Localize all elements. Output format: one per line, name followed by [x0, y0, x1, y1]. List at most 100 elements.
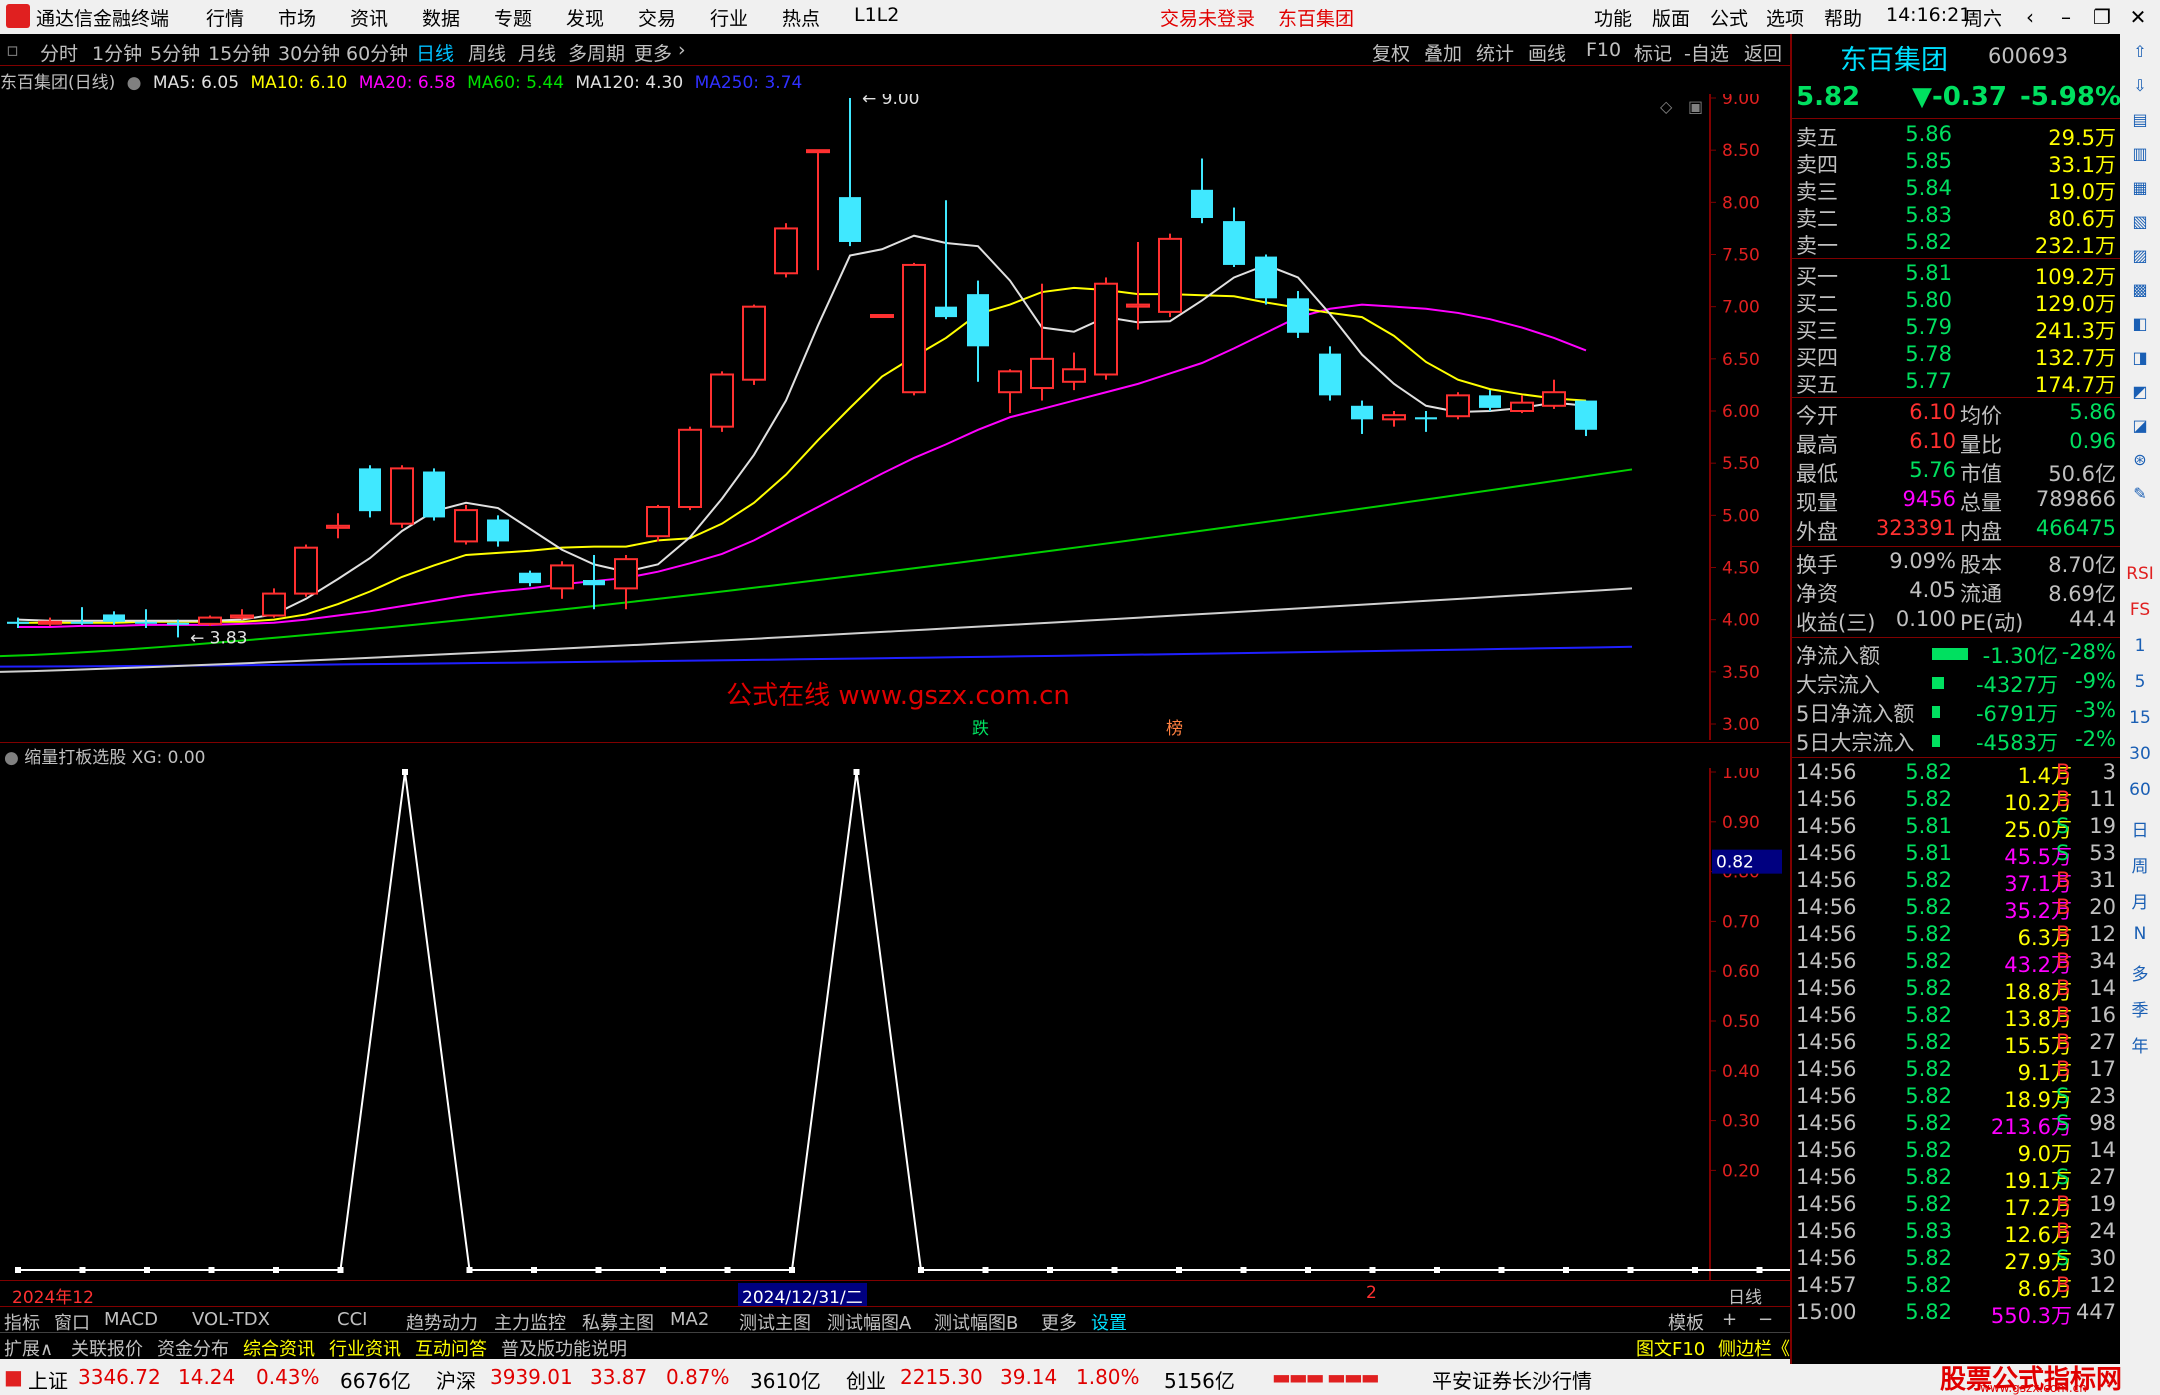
menu-hangye[interactable]: 行业: [710, 4, 748, 31]
sidebar-period-10[interactable]: N: [2126, 924, 2154, 948]
period-daily[interactable]: 日线: [416, 39, 454, 66]
broker-label[interactable]: 平安证券长沙行情: [1432, 1365, 1592, 1394]
sidebar-toggle[interactable]: 侧边栏《: [1718, 1335, 1790, 1361]
toggle-panel-icon[interactable]: ▫: [6, 39, 19, 61]
tool-biaoji[interactable]: 标记: [1634, 39, 1672, 66]
minimize-icon[interactable]: –: [2046, 2, 2086, 32]
period-1min[interactable]: 1分钟: [92, 39, 142, 66]
sidebar-period-7[interactable]: 日: [2126, 816, 2154, 841]
sidebar-period-12[interactable]: 季: [2126, 996, 2154, 1021]
clock-icon[interactable]: ◪: [2126, 416, 2154, 440]
tool-huaxian[interactable]: 画线: [1528, 39, 1566, 66]
chevron-right-icon[interactable]: ›: [678, 39, 686, 61]
period-5min[interactable]: 5分钟: [150, 39, 200, 66]
sidebar-period-5[interactable]: 30: [2126, 744, 2154, 768]
close-icon[interactable]: ✕: [2118, 2, 2158, 32]
sidebar-period-9[interactable]: 月: [2126, 888, 2154, 913]
sidebar-period-11[interactable]: 多: [2126, 960, 2154, 985]
remove-indicator-button[interactable]: −: [1758, 1309, 1773, 1330]
coin-icon[interactable]: ◧: [2126, 314, 2154, 338]
stat-value: 6.10: [1909, 400, 1956, 424]
info-tab-2[interactable]: 资金分布: [157, 1335, 229, 1361]
menu-zixun[interactable]: 资讯: [350, 4, 388, 31]
tick-count: 16: [2089, 1003, 2116, 1027]
sidebar-period-6[interactable]: 60: [2126, 780, 2154, 804]
menu-banmian[interactable]: 版面: [1652, 4, 1690, 31]
stat-value: 5.86: [2069, 400, 2116, 424]
menu-redian[interactable]: 热点: [782, 4, 820, 31]
menu-hangqing[interactable]: 行情: [206, 4, 244, 31]
info-tab-6[interactable]: 普及版功能说明: [501, 1335, 627, 1361]
period-multi[interactable]: 多周期: [568, 39, 625, 66]
tool-f10[interactable]: F10: [1586, 39, 1621, 61]
arrow-up-icon[interactable]: ⇧: [2126, 42, 2154, 66]
fund-icon[interactable]: ▩: [2126, 280, 2154, 304]
signal-point: [789, 1267, 795, 1273]
menu-gongneng[interactable]: 功能: [1594, 4, 1632, 31]
menu-shuju[interactable]: 数据: [422, 4, 460, 31]
indicator-chart[interactable]: 1.000.900.800.700.600.500.400.300.200.82: [0, 768, 1790, 1280]
kline-icon[interactable]: ▧: [2126, 212, 2154, 236]
info-tab-3[interactable]: 综合资讯: [243, 1335, 315, 1361]
list-icon[interactable]: ▥: [2126, 144, 2154, 168]
menu-xuanxiang[interactable]: 选项: [1766, 4, 1804, 31]
flow-icon[interactable]: ◩: [2126, 382, 2154, 406]
tool-tongji[interactable]: 统计: [1476, 39, 1514, 66]
back-icon[interactable]: ‹: [2010, 2, 2050, 32]
period-fenshi[interactable]: 分时: [40, 39, 78, 66]
tool-fuquan[interactable]: 复权: [1372, 39, 1410, 66]
sidebar-period-8[interactable]: 周: [2126, 852, 2154, 877]
bottom-tab-4[interactable]: CCI: [337, 1309, 367, 1330]
menu-zhuanti[interactable]: 专题: [494, 4, 532, 31]
bottom-tab-8[interactable]: MA2: [670, 1309, 709, 1330]
sidebar-period-1[interactable]: FS: [2126, 600, 2154, 624]
sidebar-period-4[interactable]: 15: [2126, 708, 2154, 732]
period-monthly[interactable]: 月线: [518, 39, 556, 66]
indicator-toggle-icon[interactable]: ●: [4, 748, 19, 768]
f10-button[interactable]: 图文F10: [1636, 1335, 1705, 1361]
menu-faxian[interactable]: 发现: [566, 4, 604, 31]
info-tab-4[interactable]: 行业资讯: [329, 1335, 401, 1361]
period-60min[interactable]: 60分钟: [346, 39, 408, 66]
menu-bangzhu[interactable]: 帮助: [1824, 4, 1862, 31]
sidebar-period-3[interactable]: 5: [2126, 672, 2154, 696]
period-30min[interactable]: 30分钟: [278, 39, 340, 66]
add-indicator-button[interactable]: +: [1722, 1309, 1737, 1330]
chart-icon[interactable]: ▤: [2126, 110, 2154, 134]
login-status[interactable]: 交易未登录: [1160, 4, 1255, 31]
menu-l1l2[interactable]: L1L2: [854, 4, 899, 26]
tool-zixuan[interactable]: -自选: [1684, 39, 1729, 66]
info-tab-0[interactable]: 扩展∧: [4, 1335, 53, 1361]
period-more[interactable]: 更多: [634, 39, 672, 66]
restore-icon[interactable]: ❐: [2082, 2, 2122, 32]
tool-diejia[interactable]: 叠加: [1424, 39, 1462, 66]
sidebar-period-13[interactable]: 年: [2126, 1032, 2154, 1057]
bottom-tab-2[interactable]: MACD: [104, 1309, 158, 1330]
candlestick-chart[interactable]: 9.00 8.50 8.00 7.50 7.00 6.50 6.00 5.50 5.00 4.50…: [0, 94, 1790, 740]
sh-label[interactable]: 上证: [28, 1365, 68, 1394]
stat-row: 外盘 323391 内盘 466475: [1792, 516, 2122, 544]
note-icon[interactable]: ✎: [2126, 484, 2154, 508]
bars-icon[interactable]: ▦: [2126, 178, 2154, 202]
gear-icon[interactable]: ⊛: [2126, 450, 2154, 474]
hs-label[interactable]: 沪深: [436, 1365, 476, 1394]
cy-label[interactable]: 创业: [846, 1365, 886, 1394]
info-icon[interactable]: ▨: [2126, 246, 2154, 270]
info-tab-1[interactable]: 关联报价: [71, 1335, 143, 1361]
tool-fanhui[interactable]: 返回: [1744, 39, 1782, 66]
period-15min[interactable]: 15分钟: [208, 39, 270, 66]
info-tab-5[interactable]: 互动问答: [415, 1335, 487, 1361]
candle-body: [230, 614, 254, 619]
menu-gongshi[interactable]: 公式: [1710, 4, 1748, 31]
hs-pct: 0.87%: [666, 1365, 730, 1389]
menu-jiaoyi[interactable]: 交易: [638, 4, 676, 31]
f10-icon[interactable]: ◨: [2126, 348, 2154, 372]
settings-circle-icon[interactable]: ●: [127, 73, 142, 93]
bottom-tab-3[interactable]: VOL-TDX: [192, 1309, 270, 1330]
menu-shichang[interactable]: 市场: [278, 4, 316, 31]
sidebar-period-2[interactable]: 1: [2126, 636, 2154, 660]
arrow-down-icon[interactable]: ⇩: [2126, 76, 2154, 100]
stat2-value: 44.4: [2069, 607, 2116, 631]
sidebar-period-0[interactable]: RSI: [2126, 564, 2154, 588]
period-weekly[interactable]: 周线: [468, 39, 506, 66]
